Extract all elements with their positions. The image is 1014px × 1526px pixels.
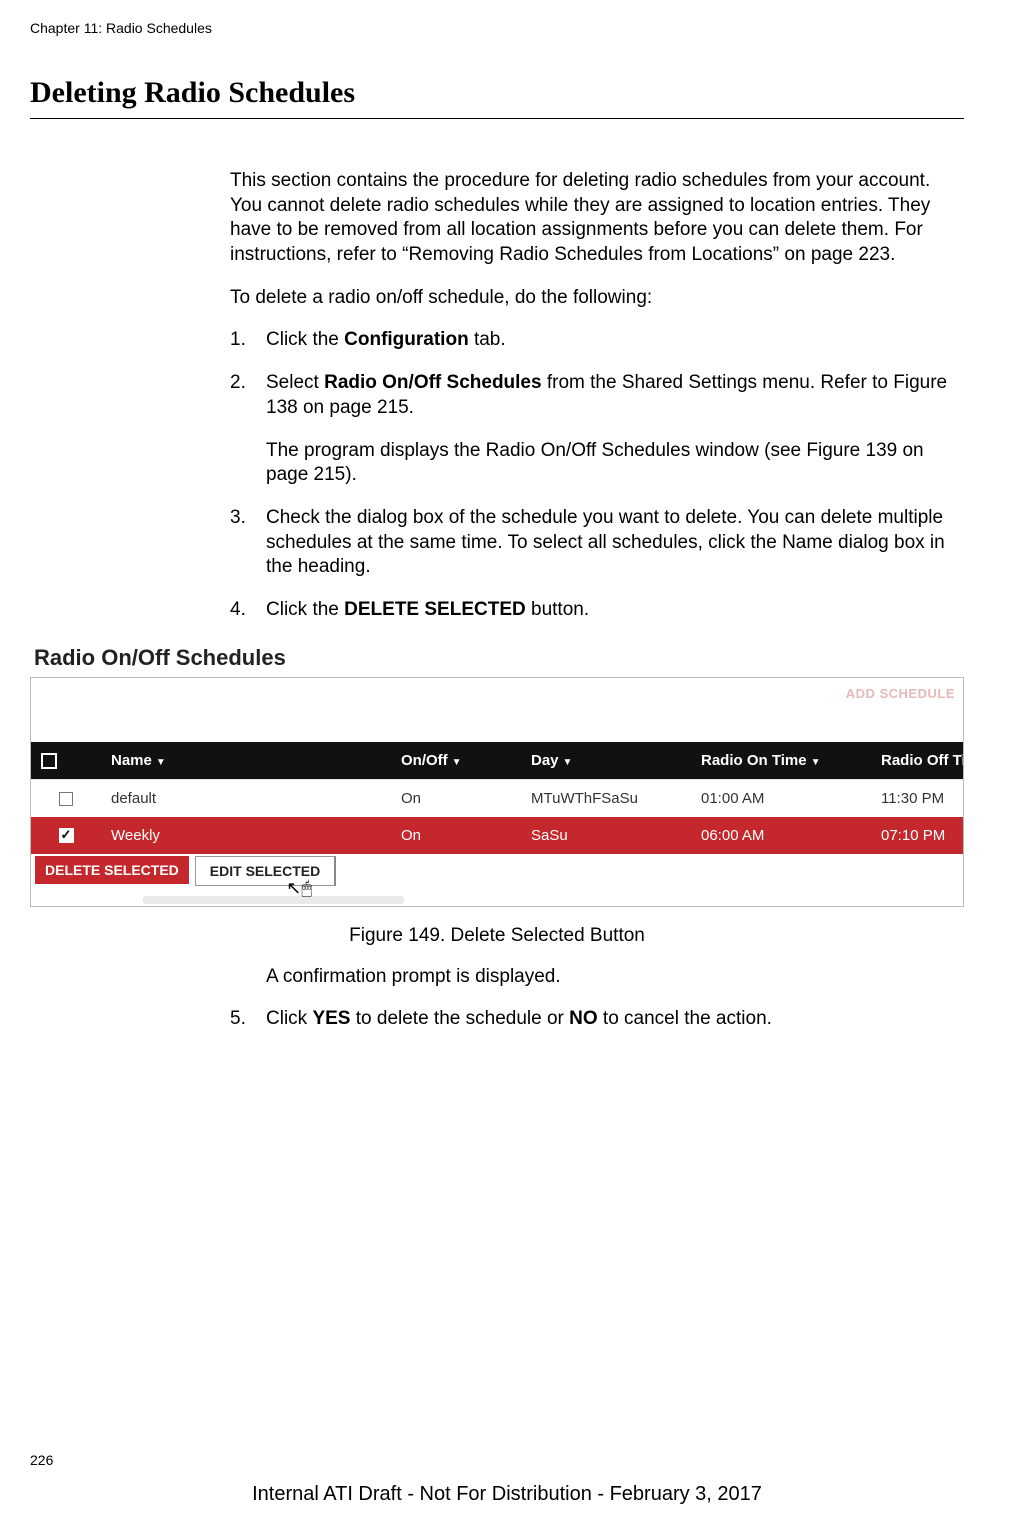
header-offtime-label: Radio Off Time — [881, 752, 964, 769]
cell-onoff: On — [391, 817, 521, 854]
row-checkbox[interactable] — [59, 792, 73, 806]
sort-arrow-icon: ▼ — [156, 757, 166, 768]
body-content-lower: A confirmation prompt is displayed. 5. C… — [230, 965, 964, 1032]
screenshot-toolbar-gap: ADD SCHEDULE — [31, 678, 963, 742]
cell-onoff: On — [391, 779, 521, 817]
header-day-label: Day — [531, 752, 559, 769]
section-title: Deleting Radio Schedules — [30, 76, 964, 110]
header-day[interactable]: Day ▼ — [521, 742, 691, 780]
table-row-selected[interactable]: ✓ Weekly On SaSu 06:00 AM 07:10 PM — [31, 817, 964, 854]
step-number: 4. — [230, 598, 246, 623]
step-text: Click the — [266, 599, 344, 620]
edit-selected-button[interactable]: EDIT SELECTED — [195, 856, 336, 886]
button-row: DELETE SELECTED EDIT SELECTED ↖🖱 — [31, 854, 963, 892]
page-number: 226 — [30, 1452, 53, 1468]
step-4: 4. Click the DELETE SELECTED button. — [230, 598, 964, 623]
step-number: 3. — [230, 506, 246, 531]
cell-ontime: 06:00 AM — [691, 817, 871, 854]
header-offtime[interactable]: Radio Off Time▼ — [871, 742, 964, 780]
add-schedule-button[interactable]: ADD SCHEDULE — [846, 686, 955, 701]
step-text: tab. — [469, 329, 506, 350]
step-number: 2. — [230, 371, 246, 396]
cell-name: default — [101, 779, 391, 817]
cell-offtime: 11:30 PM — [871, 779, 964, 817]
step-text: Select — [266, 372, 324, 393]
cell-name: Weekly — [101, 817, 391, 854]
select-all-checkbox[interactable] — [41, 753, 57, 769]
cursor-icon: ↖🖱 — [286, 878, 312, 899]
sort-arrow-icon: ▼ — [811, 757, 821, 768]
lead-sentence: To delete a radio on/off schedule, do th… — [230, 286, 964, 311]
screenshot-title: Radio On/Off Schedules — [30, 641, 964, 677]
row-checkbox-checked[interactable]: ✓ — [59, 828, 74, 843]
step-3: 3. Check the dialog box of the schedule … — [230, 506, 964, 580]
cell-ontime: 01:00 AM — [691, 779, 871, 817]
header-name-label: Name — [111, 752, 152, 769]
procedure-list-cont: 5. Click YES to delete the schedule or N… — [230, 1007, 964, 1032]
header-ontime[interactable]: Radio On Time ▼ — [691, 742, 871, 780]
title-divider — [30, 118, 964, 119]
step-bold: DELETE SELECTED — [344, 599, 526, 620]
step-text: Check the dialog box of the schedule you… — [266, 507, 945, 577]
table-header-row: Name ▼ On/Off ▼ Day ▼ Radio On Time ▼ Radio … — [31, 742, 964, 780]
step-5: 5. Click YES to delete the schedule or N… — [230, 1007, 964, 1032]
step-bold: YES — [312, 1008, 350, 1029]
step-text: to cancel the action. — [598, 1008, 772, 1029]
step-bold: Radio On/Off Schedules — [324, 372, 541, 393]
intro-paragraph: This section contains the procedure for … — [230, 169, 964, 268]
header-name[interactable]: Name ▼ — [101, 742, 391, 780]
chapter-header: Chapter 11: Radio Schedules — [30, 20, 964, 36]
step-2: 2. Select Radio On/Off Schedules from th… — [230, 371, 964, 488]
sort-arrow-icon: ▼ — [563, 757, 573, 768]
figure-149: Radio On/Off Schedules ADD SCHEDULE Name… — [30, 641, 964, 907]
sort-arrow-icon: ▼ — [452, 757, 462, 768]
step-bold: NO — [569, 1008, 598, 1029]
header-onoff-label: On/Off — [401, 752, 448, 769]
header-ontime-label: Radio On Time — [701, 752, 807, 769]
header-checkbox-cell[interactable] — [31, 742, 101, 780]
table-row[interactable]: default On MTuWThFSaSu 01:00 AM 11:30 PM — [31, 779, 964, 817]
procedure-list: 1. Click the Configuration tab. 2. Selec… — [230, 328, 964, 622]
step-bold: Configuration — [344, 329, 469, 350]
step-text: button. — [526, 599, 589, 620]
horizontal-scrollbar[interactable] — [143, 896, 404, 904]
step-text: Click the — [266, 329, 344, 350]
step-number: 1. — [230, 328, 246, 353]
schedules-table: Name ▼ On/Off ▼ Day ▼ Radio On Time ▼ Radio … — [31, 742, 964, 854]
step-number: 5. — [230, 1007, 246, 1032]
confirmation-paragraph: A confirmation prompt is displayed. — [266, 965, 964, 990]
footer: Internal ATI Draft - Not For Distributio… — [0, 1483, 1014, 1506]
body-content: This section contains the procedure for … — [230, 169, 964, 623]
step-1: 1. Click the Configuration tab. — [230, 328, 964, 353]
step-text: Click — [266, 1008, 312, 1029]
header-onoff[interactable]: On/Off ▼ — [391, 742, 521, 780]
cell-day: MTuWThFSaSu — [521, 779, 691, 817]
cell-day: SaSu — [521, 817, 691, 854]
figure-caption: Figure 149. Delete Selected Button — [30, 925, 964, 947]
cell-offtime: 07:10 PM — [871, 817, 964, 854]
step-text: to delete the schedule or — [350, 1008, 569, 1029]
step-2-sub: The program displays the Radio On/Off Sc… — [266, 439, 964, 488]
screenshot-frame: ADD SCHEDULE Name ▼ On/Off ▼ Day ▼ Radio On… — [30, 677, 964, 907]
delete-selected-button[interactable]: DELETE SELECTED — [35, 856, 189, 884]
